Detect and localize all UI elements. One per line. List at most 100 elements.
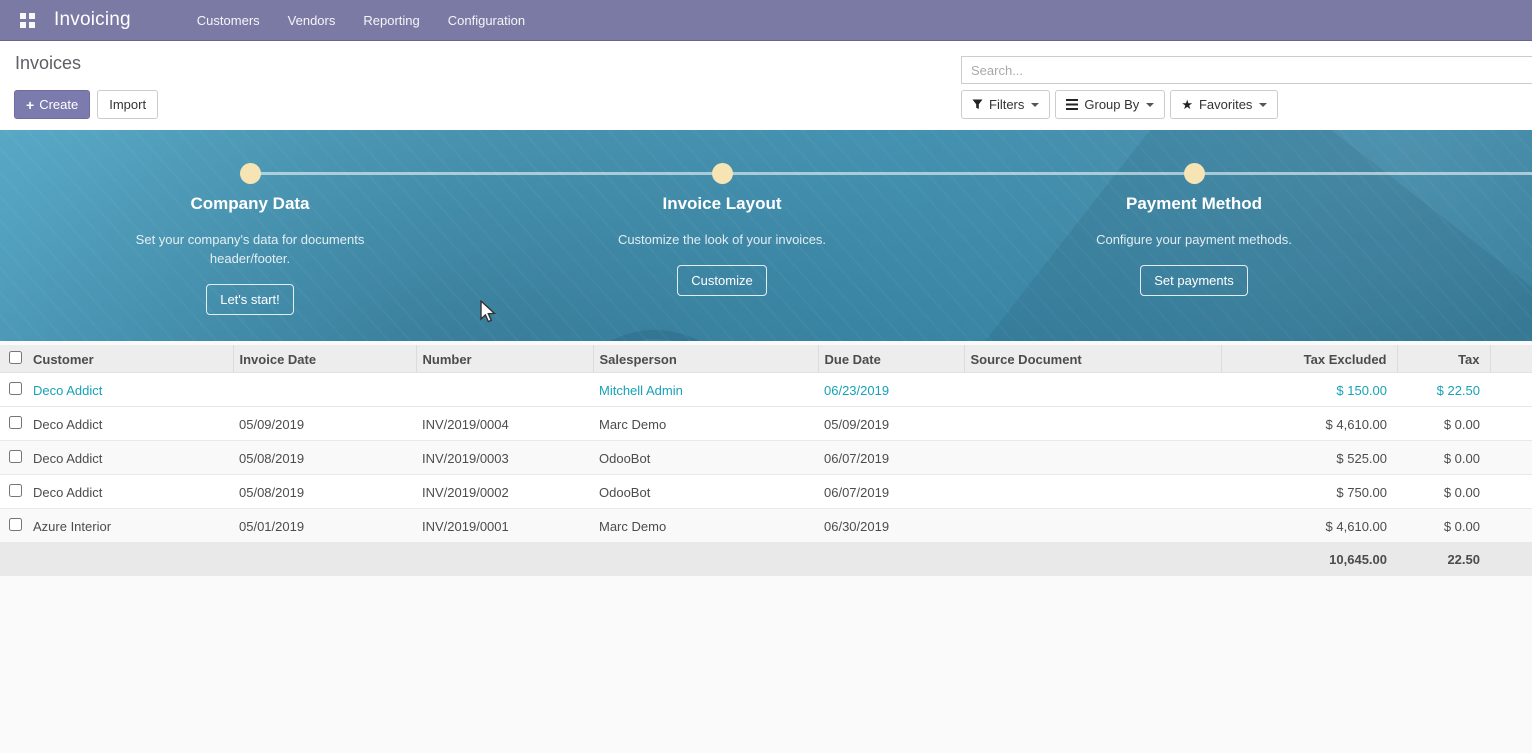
cell-source-document [964,509,1221,543]
cell-customer: Deco Addict [27,407,233,441]
chevron-down-icon [1031,103,1039,107]
row-checkbox[interactable] [9,518,22,531]
onboarding-step-invoice-layout: Invoice Layout Customize the look of you… [562,194,882,296]
star-icon: ★ [1181,96,1193,113]
invoice-row[interactable]: Deco Addict 05/08/2019 INV/2019/0002 Odo… [0,475,1532,509]
cell-invoice-date: 05/09/2019 [233,407,416,441]
list-header-row: Customer Invoice Date Number Salesperson… [0,345,1532,373]
cell-salesperson: OdooBot [593,475,818,509]
menu-customers[interactable]: Customers [183,0,274,41]
apps-menu-icon[interactable] [16,9,38,31]
step-dot-company-data [240,163,261,184]
grid-icon [20,13,35,28]
page-title: Invoices [15,53,81,74]
step-title: Payment Method [1034,194,1354,214]
chevron-down-icon [1259,103,1267,107]
filters-button[interactable]: Filters [961,90,1050,119]
app-title[interactable]: Invoicing [54,9,131,31]
step-description: Customize the look of your invoices. [600,230,845,249]
filter-funnel-icon [972,99,983,110]
invoice-row[interactable]: Deco Addict 05/09/2019 INV/2019/0004 Mar… [0,407,1532,441]
cell-due-date: 05/09/2019 [818,407,964,441]
customize-button[interactable]: Customize [677,265,766,296]
cell-customer: Azure Interior [27,509,233,543]
menu-reporting[interactable]: Reporting [349,0,433,41]
onboarding-step-company-data: Company Data Set your company's data for… [90,194,410,315]
cell-customer: Deco Addict [27,373,233,407]
cell-invoice-date: 05/01/2019 [233,509,416,543]
col-header-source-document[interactable]: Source Document [964,345,1221,373]
cell-salesperson: Mitchell Admin [593,373,818,407]
cell-tax-excluded: $ 4,610.00 [1221,509,1397,543]
banner-decoration [560,330,750,341]
import-button[interactable]: Import [97,90,158,119]
cell-due-date: 06/23/2019 [818,373,964,407]
group-by-label: Group By [1084,96,1139,113]
cell-tax: $ 0.00 [1397,407,1490,441]
invoice-row[interactable]: Azure Interior 05/01/2019 INV/2019/0001 … [0,509,1532,543]
menu-configuration[interactable]: Configuration [434,0,539,41]
step-description: Set your company's data for documents he… [128,230,373,268]
cell-salesperson: Marc Demo [593,407,818,441]
cell-tax-excluded: $ 4,610.00 [1221,407,1397,441]
invoicing-app-screen: Invoicing Customers Vendors Reporting Co… [0,0,1532,753]
col-header-number[interactable]: Number [416,345,593,373]
cell-tax-excluded: $ 150.00 [1221,373,1397,407]
menu-vendors[interactable]: Vendors [274,0,350,41]
search-box [961,56,1532,84]
cell-customer: Deco Addict [27,441,233,475]
create-button-label: Create [39,96,78,113]
cell-salesperson: OdooBot [593,441,818,475]
row-checkbox[interactable] [9,450,22,463]
import-button-label: Import [109,96,146,113]
cell-tax: $ 22.50 [1397,373,1490,407]
group-by-button[interactable]: Group By [1055,90,1165,119]
cell-tax: $ 0.00 [1397,475,1490,509]
cell-number [416,373,593,407]
plus-icon: + [26,98,34,112]
step-dot-payment-method [1184,163,1205,184]
total-tax-excluded: 10,645.00 [1221,543,1397,576]
invoice-row[interactable]: Deco Addict 05/08/2019 INV/2019/0003 Odo… [0,441,1532,475]
favorites-button[interactable]: ★ Favorites [1170,90,1278,119]
cell-customer: Deco Addict [27,475,233,509]
cell-number: INV/2019/0002 [416,475,593,509]
row-checkbox[interactable] [9,416,22,429]
step-dot-invoice-layout [712,163,733,184]
col-header-tax-excluded[interactable]: Tax Excluded [1221,345,1397,373]
col-header-customer[interactable]: Customer [27,345,233,373]
main-menu: Customers Vendors Reporting Configuratio… [183,0,539,41]
cell-number: INV/2019/0001 [416,509,593,543]
filters-label: Filters [989,96,1024,113]
cell-salesperson: Marc Demo [593,509,818,543]
onboarding-banner: Company Data Set your company's data for… [0,130,1532,341]
col-header-salesperson[interactable]: Salesperson [593,345,818,373]
invoice-row[interactable]: Deco Addict Mitchell Admin 06/23/2019 $ … [0,373,1532,407]
cell-due-date: 06/07/2019 [818,441,964,475]
cell-source-document [964,373,1221,407]
cell-invoice-date [233,373,416,407]
step-title: Company Data [90,194,410,214]
select-all-checkbox[interactable] [9,351,22,364]
cell-tax-excluded: $ 525.00 [1221,441,1397,475]
chevron-down-icon [1146,103,1154,107]
cell-due-date: 06/30/2019 [818,509,964,543]
search-filter-buttons: Filters Group By ★ Favorites [961,90,1283,119]
row-checkbox[interactable] [9,382,22,395]
list-footer-row: 10,645.00 22.50 [0,543,1532,576]
create-button[interactable]: + Create [14,90,90,119]
onboarding-timeline [250,172,1532,175]
step-title: Invoice Layout [562,194,882,214]
control-panel: Invoices + Create Import Filters [0,41,1532,130]
set-payments-button[interactable]: Set payments [1140,265,1248,296]
col-header-tax[interactable]: Tax [1397,345,1490,373]
col-header-invoice-date[interactable]: Invoice Date [233,345,416,373]
cell-tax: $ 0.00 [1397,509,1490,543]
step-description: Configure your payment methods. [1072,230,1317,249]
col-header-due-date[interactable]: Due Date [818,345,964,373]
cell-number: INV/2019/0004 [416,407,593,441]
search-input[interactable] [962,63,1532,78]
cell-source-document [964,407,1221,441]
row-checkbox[interactable] [9,484,22,497]
lets-start-button[interactable]: Let's start! [206,284,294,315]
